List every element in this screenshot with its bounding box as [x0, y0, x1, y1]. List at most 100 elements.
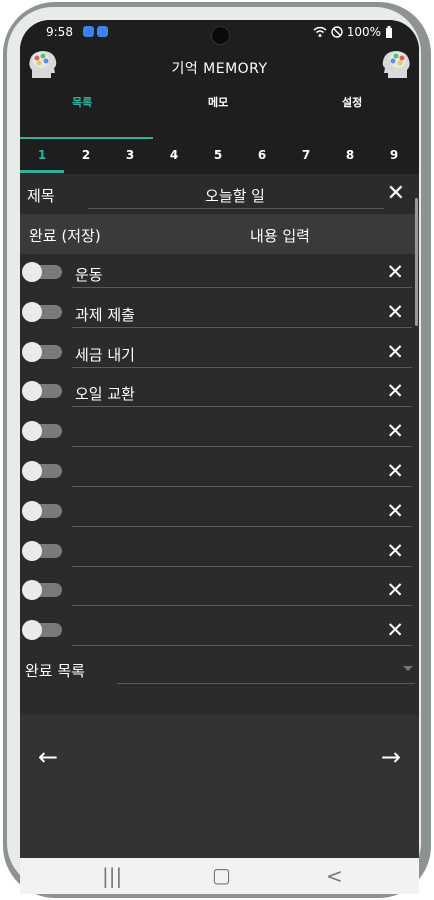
title-underline	[88, 208, 384, 209]
page-tab-1[interactable]: 1	[20, 148, 64, 162]
complete-toggle[interactable]	[22, 262, 62, 282]
page-tab-indicator	[20, 170, 64, 173]
page-tab-3[interactable]: 3	[108, 148, 152, 162]
list-item: ✕	[20, 493, 419, 533]
page-tab-7[interactable]: 7	[284, 148, 328, 162]
front-camera	[211, 26, 230, 45]
clear-title-button[interactable]: ✕	[387, 181, 405, 206]
complete-toggle[interactable]	[22, 500, 62, 521]
page-tab-5[interactable]: 5	[196, 148, 240, 162]
battery-text: 100%	[346, 25, 381, 39]
item-underline	[72, 565, 412, 567]
completed-underline	[117, 683, 415, 684]
status-right: 100%	[313, 25, 393, 39]
delete-item-button[interactable]: ✕	[386, 459, 404, 483]
page-tab-6[interactable]: 6	[240, 148, 284, 162]
bottom-bar: ← →	[20, 715, 419, 858]
status-bar: 9:58 100%	[20, 20, 419, 46]
delete-item-button[interactable]: ✕	[386, 539, 404, 563]
previous-page-button[interactable]: ←	[38, 743, 58, 771]
complete-toggle[interactable]	[22, 341, 62, 362]
page-tabs: 1 2 3 4 5 6 7 8 9	[20, 140, 419, 174]
item-input[interactable]: 세금 내기	[75, 344, 135, 365]
item-underline	[72, 525, 412, 527]
complete-toggle[interactable]	[22, 620, 62, 641]
tab-indicator	[20, 137, 153, 139]
next-page-button[interactable]: →	[381, 743, 401, 771]
item-input[interactable]: 과제 제출	[75, 304, 135, 325]
delete-item-button[interactable]: ✕	[386, 260, 404, 284]
toggle-knob	[22, 620, 42, 641]
toggle-knob	[22, 460, 42, 481]
complete-toggle[interactable]	[22, 540, 62, 561]
completed-list-dropdown[interactable]: 완료 목록	[20, 650, 419, 690]
complete-toggle[interactable]	[22, 580, 62, 601]
item-underline	[72, 326, 412, 328]
battery-icon	[386, 26, 392, 38]
list-item: 과제 제출 ✕	[20, 294, 419, 334]
system-nav-bar: ||| ▢ <	[20, 858, 419, 894]
item-underline	[72, 287, 412, 288]
home-icon[interactable]: ▢	[212, 863, 231, 887]
delete-item-button[interactable]: ✕	[386, 578, 404, 602]
status-time: 9:58	[46, 25, 73, 39]
page-tab-2[interactable]: 2	[64, 148, 108, 162]
title-input[interactable]: 오늘할 일	[90, 185, 380, 206]
recent-apps-icon[interactable]: |||	[102, 864, 122, 888]
list-item: 운동 ✕	[20, 254, 419, 294]
screen: 9:58 100% 기억 MEMORY 목록 메모 설정 1 2 3 4 5 6…	[20, 20, 419, 894]
list-item: 오일 교환 ✕	[20, 373, 419, 413]
item-input[interactable]: 오일 교환	[75, 383, 135, 404]
list-item: ✕	[20, 612, 419, 652]
do-not-disturb-icon	[330, 26, 343, 38]
completed-list-label: 완료 목록	[25, 662, 85, 680]
complete-toggle[interactable]	[22, 460, 62, 481]
toggle-knob	[22, 421, 42, 442]
main-tabs: 목록 메모 설정	[20, 88, 419, 140]
item-underline	[72, 406, 412, 408]
delete-item-button[interactable]: ✕	[386, 379, 404, 403]
list-header: 완료 (저장) 내용 입력	[20, 214, 419, 254]
item-underline	[72, 446, 412, 448]
brain-logo-icon	[382, 51, 410, 78]
complete-toggle[interactable]	[22, 421, 62, 442]
list-item: 세금 내기 ✕	[20, 334, 419, 374]
item-underline	[72, 605, 412, 607]
messenger-icon	[83, 26, 94, 37]
title-label: 제목	[27, 187, 55, 205]
item-underline	[72, 485, 412, 487]
delete-item-button[interactable]: ✕	[386, 618, 404, 642]
delete-item-button[interactable]: ✕	[386, 419, 404, 443]
todo-list: 운동 ✕ 과제 제출 ✕ 세금 내기 ✕ 오일 교환 ✕ ✕ ✕ ✕ ✕ ✕ ✕	[20, 254, 419, 652]
toggle-knob	[22, 301, 42, 322]
item-input[interactable]: 운동	[75, 264, 103, 285]
toggle-knob	[22, 580, 42, 601]
page-tab-9[interactable]: 9	[372, 148, 416, 162]
tab-memo[interactable]: 메모	[208, 94, 228, 110]
toggle-knob	[22, 540, 42, 561]
toggle-knob	[22, 381, 42, 402]
delete-item-button[interactable]: ✕	[386, 340, 404, 364]
item-underline	[72, 366, 412, 368]
toggle-knob	[22, 341, 42, 362]
list-item: ✕	[20, 533, 419, 573]
page-tab-8[interactable]: 8	[328, 148, 372, 162]
back-icon[interactable]: <	[326, 864, 343, 888]
notification-icon	[97, 26, 108, 37]
list-item: ✕	[20, 572, 419, 612]
complete-toggle[interactable]	[22, 381, 62, 402]
tab-list[interactable]: 목록	[72, 94, 92, 110]
complete-toggle[interactable]	[22, 301, 62, 322]
scrollbar[interactable]	[415, 198, 418, 326]
delete-item-button[interactable]: ✕	[386, 499, 404, 523]
content-input-header: 내용 입력	[250, 227, 310, 245]
app-bar: 기억 MEMORY	[20, 46, 419, 88]
status-app-icons	[83, 26, 108, 37]
item-underline	[72, 645, 412, 647]
tab-settings[interactable]: 설정	[342, 94, 362, 110]
toggle-knob	[22, 262, 42, 282]
page-tab-4[interactable]: 4	[152, 148, 196, 162]
dropdown-arrow-icon	[403, 666, 413, 671]
completed-save-header: 완료 (저장)	[29, 227, 101, 245]
delete-item-button[interactable]: ✕	[386, 300, 404, 324]
